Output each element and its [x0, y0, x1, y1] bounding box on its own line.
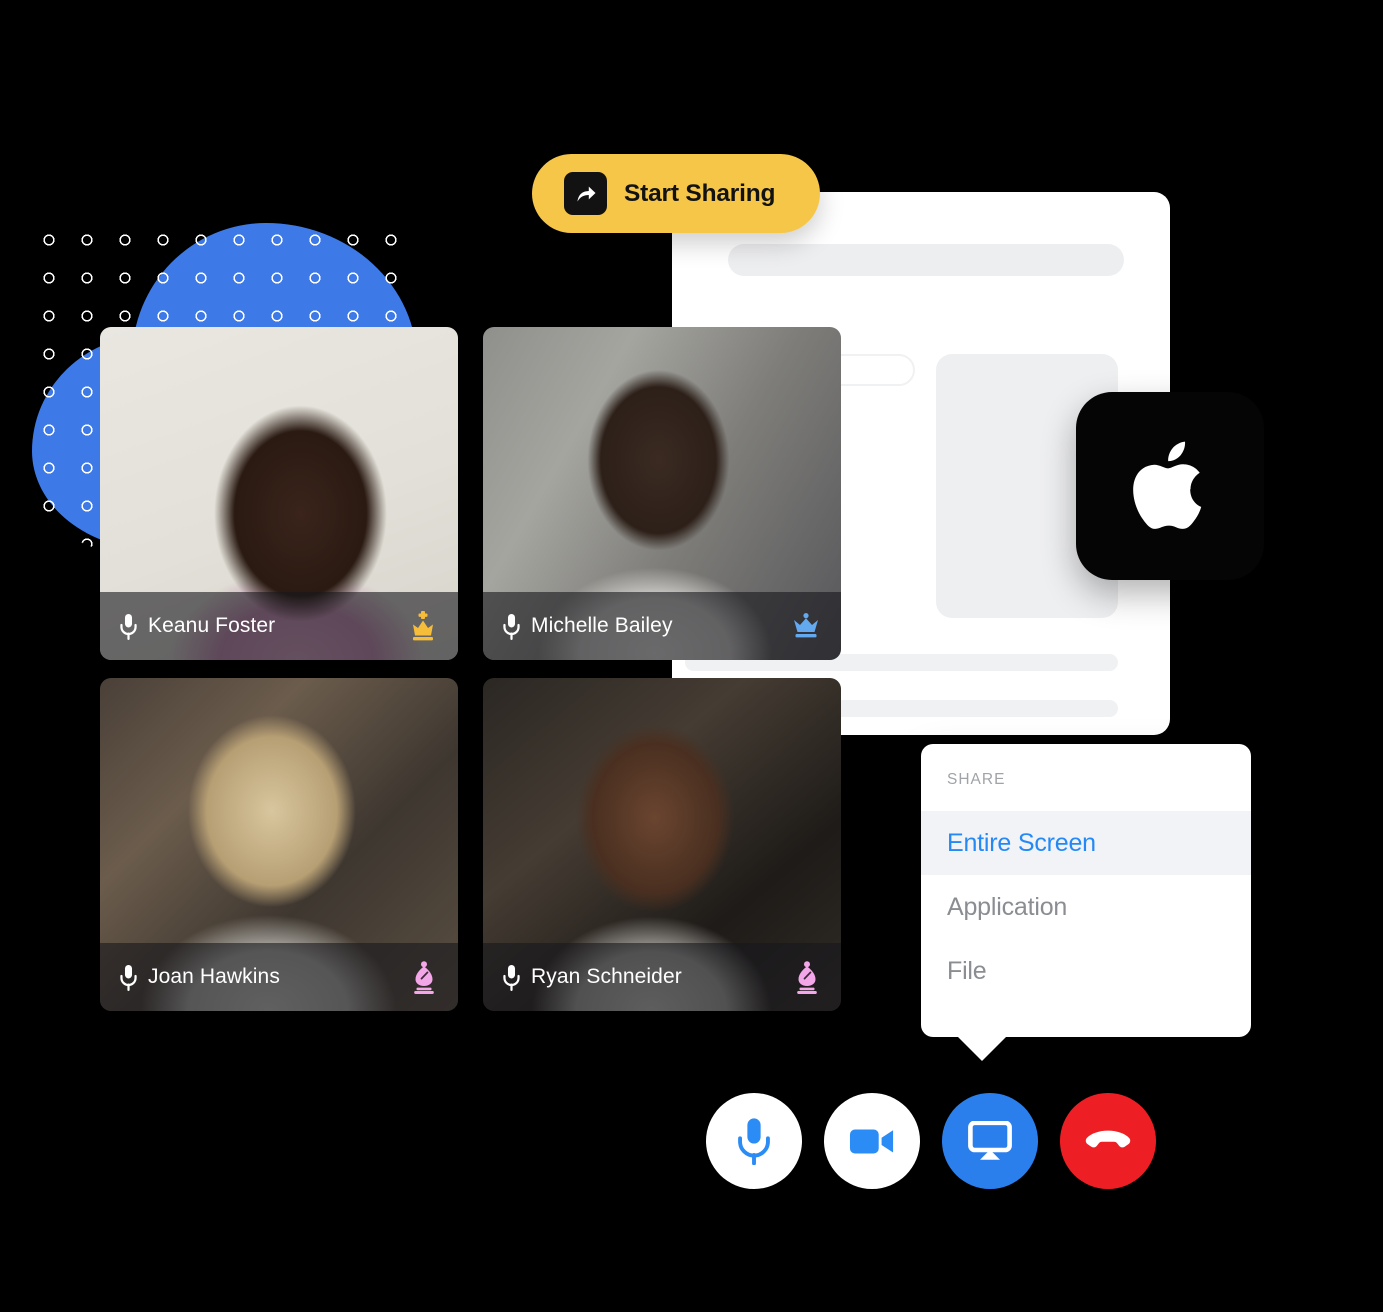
chess-bishop-icon — [414, 960, 434, 994]
dropdown-header: SHARE — [947, 771, 1006, 788]
participant-label-bar: Ryan Schneider — [483, 943, 841, 1011]
airplay-screen-icon — [968, 1121, 1012, 1160]
apple-logo-badge — [1076, 392, 1264, 580]
share-arrow-icon — [564, 172, 607, 215]
participant-role-badge — [410, 960, 438, 994]
start-sharing-button[interactable]: Start Sharing — [532, 154, 820, 233]
call-control-bar — [706, 1093, 1156, 1189]
participant-label-bar: Joan Hawkins — [100, 943, 458, 1011]
participant-tile[interactable]: Keanu Foster — [100, 327, 458, 660]
participant-name: Keanu Foster — [148, 614, 276, 637]
end-call-button[interactable] — [1060, 1093, 1156, 1189]
document-search-placeholder — [728, 244, 1124, 276]
participant-role-badge — [793, 960, 821, 994]
screenshot-canvas: Keanu Foster Michelle Bailey Joan Hawkin… — [0, 0, 1383, 1312]
participant-name: Michelle Bailey — [531, 614, 673, 637]
menu-item-application[interactable]: Application — [921, 875, 1251, 939]
chess-king-icon — [413, 610, 433, 640]
participant-label-bar: Michelle Bailey — [483, 592, 841, 660]
participant-label-bar: Keanu Foster — [100, 592, 458, 660]
share-source-dropdown[interactable]: SHARE Entire Screen Application File — [921, 744, 1251, 1061]
chess-crown-icon — [794, 613, 818, 638]
participant-name: Ryan Schneider — [531, 965, 682, 988]
microphone-icon — [738, 1118, 770, 1165]
participant-role-badge — [791, 613, 821, 639]
chess-bishop-icon — [797, 960, 817, 994]
participant-tile[interactable]: Joan Hawkins — [100, 678, 458, 1011]
menu-item-entire-screen[interactable]: Entire Screen — [921, 811, 1251, 875]
apple-logo-icon — [1133, 441, 1202, 529]
video-camera-icon — [849, 1129, 894, 1154]
microphone-icon — [503, 964, 520, 991]
camera-button[interactable] — [824, 1093, 920, 1189]
microphone-icon — [503, 613, 520, 640]
microphone-icon — [120, 613, 137, 640]
participant-name: Joan Hawkins — [148, 965, 280, 988]
phone-hangup-icon — [1085, 1130, 1131, 1148]
participant-tile[interactable]: Ryan Schneider — [483, 678, 841, 1011]
participant-role-badge — [408, 610, 438, 642]
screen-share-button[interactable] — [942, 1093, 1038, 1189]
dropdown-pointer-arrow — [957, 1036, 1007, 1061]
menu-item-file[interactable]: File — [921, 939, 1251, 1003]
start-sharing-label: Start Sharing — [624, 179, 776, 207]
microphone-icon — [120, 964, 137, 991]
participant-tile[interactable]: Michelle Bailey — [483, 327, 841, 660]
microphone-button[interactable] — [706, 1093, 802, 1189]
